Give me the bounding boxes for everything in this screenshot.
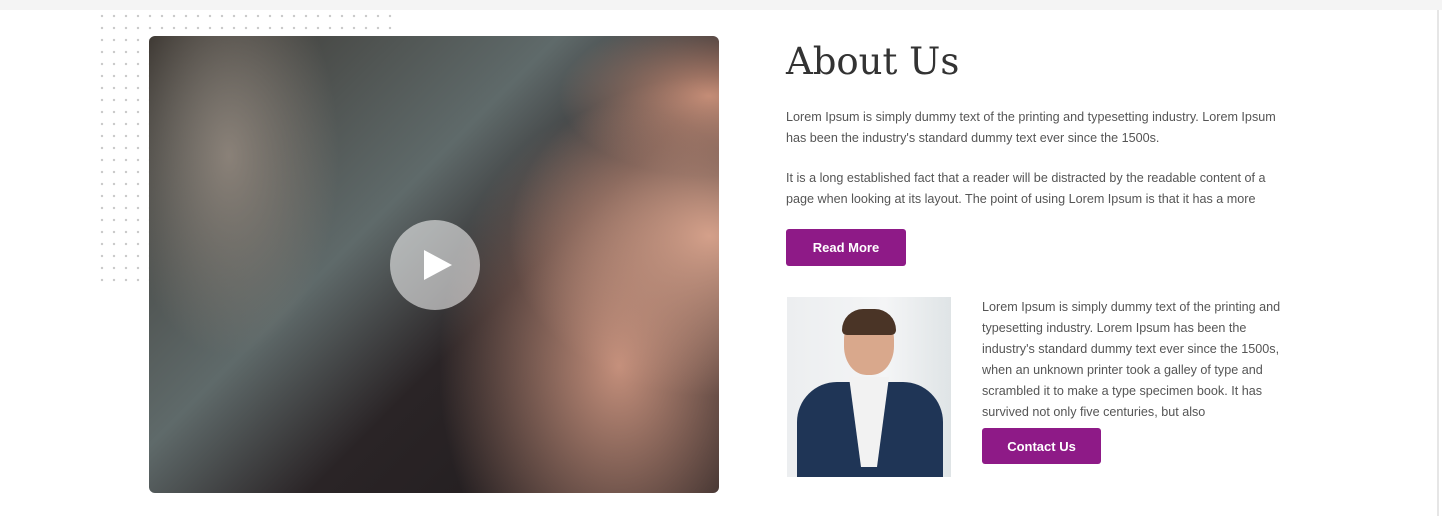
profile-photo	[787, 297, 951, 477]
page-title: About Us	[786, 40, 960, 83]
profile-text: Lorem Ipsum is simply dummy text of the …	[982, 300, 1281, 419]
top-bar	[0, 0, 1442, 10]
scrollbar-edge	[1437, 10, 1439, 516]
video-thumbnail-ring[interactable]	[149, 36, 719, 493]
read-more-button[interactable]: Read More	[786, 229, 906, 266]
contact-us-button[interactable]: Contact Us	[982, 428, 1101, 464]
play-icon	[424, 250, 452, 280]
about-paragraph-2: It is a long established fact that a rea…	[786, 171, 1266, 206]
play-button[interactable]	[390, 220, 480, 310]
about-paragraph-1: Lorem Ipsum is simply dummy text of the …	[786, 110, 1276, 145]
